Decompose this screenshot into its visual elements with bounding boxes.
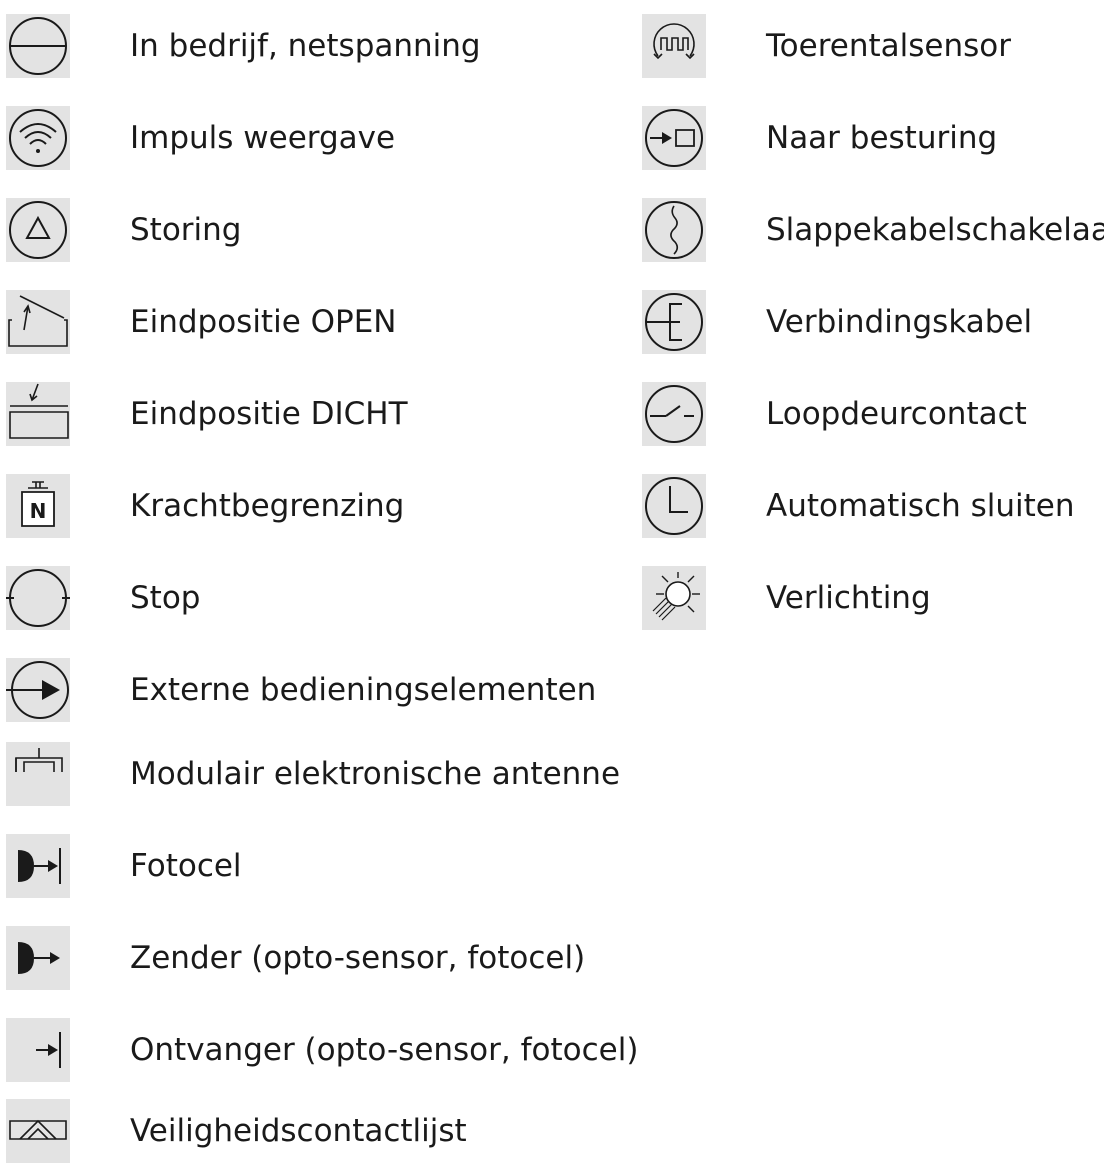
legend-label: Krachtbegrenzing xyxy=(130,488,405,524)
wicket-door-contact-icon xyxy=(642,382,706,446)
speed-sensor-icon xyxy=(642,14,706,78)
legend-label: Ontvanger (opto-sensor, fotocel) xyxy=(130,1032,639,1068)
safety-edge-icon xyxy=(6,1099,70,1163)
transmitter-icon xyxy=(6,926,70,990)
photocell-icon xyxy=(6,834,70,898)
slack-cable-icon xyxy=(642,198,706,262)
stop-circle-icon xyxy=(6,566,70,630)
to-control-icon xyxy=(642,106,706,170)
force-weight-icon: N xyxy=(6,474,70,538)
legend-label: Impuls weergave xyxy=(130,120,396,156)
receiver-icon xyxy=(6,1018,70,1082)
legend-label: Stop xyxy=(130,580,201,616)
legend-label: Eindpositie OPEN xyxy=(130,304,397,340)
legend-label: Verbindingskabel xyxy=(766,304,1033,340)
legend-label: Verlichting xyxy=(766,580,931,616)
warning-triangle-icon xyxy=(6,198,70,262)
legend-label: Veiligheidscontactlijst xyxy=(130,1113,467,1149)
end-position-closed-icon xyxy=(6,382,70,446)
legend-label: Eindpositie DICHT xyxy=(130,396,408,432)
end-position-open-icon xyxy=(6,290,70,354)
connection-cable-icon xyxy=(642,290,706,354)
legend-label: In bedrijf, netspanning xyxy=(130,28,481,64)
legend-label: Fotocel xyxy=(130,848,242,884)
legend-label: Externe bedieningselementen xyxy=(130,672,597,708)
legend-label: Slappekabelschakelaar xyxy=(766,212,1104,248)
power-circle-icon xyxy=(6,14,70,78)
signal-waves-icon xyxy=(6,106,70,170)
legend-label: Zender (opto-sensor, fotocel) xyxy=(130,940,586,976)
legend-label: Naar besturing xyxy=(766,120,998,156)
clock-icon xyxy=(642,474,706,538)
symbol-legend: In bedrijf, netspanning Impuls weergave … xyxy=(0,0,1104,1163)
antenna-icon xyxy=(6,742,70,806)
legend-label: Automatisch sluiten xyxy=(766,488,1075,524)
legend-label: Storing xyxy=(130,212,242,248)
lamp-icon xyxy=(642,566,706,630)
legend-label: Loopdeurcontact xyxy=(766,396,1027,432)
legend-label: Toerentalsensor xyxy=(766,28,1011,64)
legend-label: Modulair elektronische antenne xyxy=(130,756,621,792)
external-controls-icon xyxy=(6,658,70,722)
svg-text:N: N xyxy=(30,499,47,523)
